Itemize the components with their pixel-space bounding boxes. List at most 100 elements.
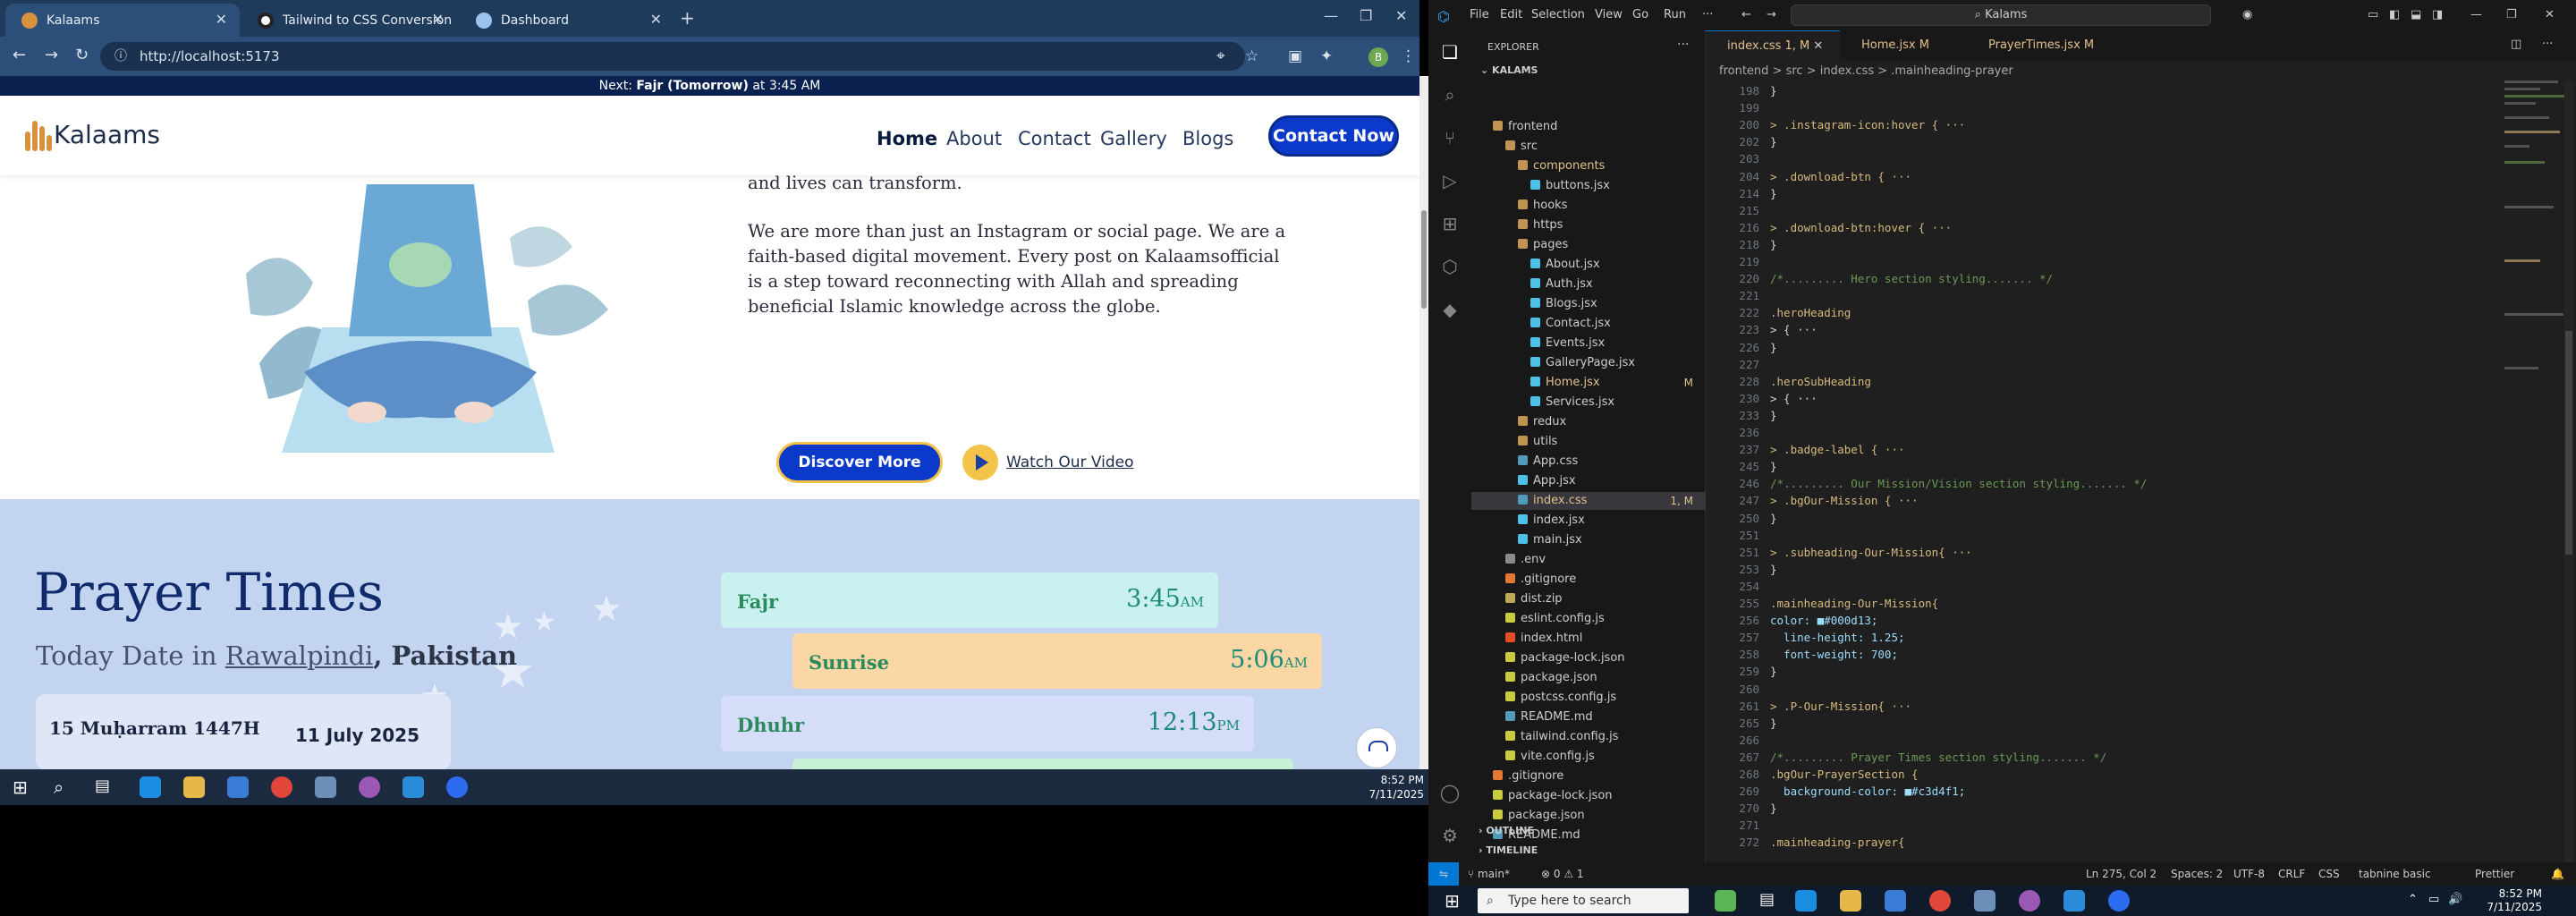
code-line[interactable]: > .badge-label { ··· (1770, 443, 1911, 456)
code-line[interactable]: > .instagram-icon:hover { ··· (1770, 118, 1972, 131)
language-mode[interactable]: CSS (2318, 868, 2340, 880)
play-icon[interactable] (962, 445, 998, 480)
maximize-icon[interactable]: ❐ (2506, 8, 2517, 21)
menu-run[interactable]: Run (1664, 8, 1686, 21)
edge-icon[interactable] (1795, 890, 1817, 912)
code-line[interactable]: background-color: ■#c3d4f1; (1770, 785, 1965, 798)
menu-selection[interactable]: Selection (1531, 8, 1585, 21)
editor-tab-home-jsx[interactable]: Home.jsx M (1840, 30, 1967, 61)
edge-icon[interactable] (140, 776, 161, 798)
notifications-icon[interactable]: 🔔 (2551, 868, 2564, 880)
tree-file[interactable]: dist.zip (1471, 590, 1706, 608)
task-view-icon[interactable]: ▤ (95, 776, 116, 798)
vscode-icon[interactable] (402, 776, 424, 798)
sidebar-toggle-icon[interactable]: ◧ (2389, 8, 2400, 21)
code-line[interactable]: .heroSubHeading (1770, 375, 1871, 388)
close-icon[interactable]: ✕ (1813, 39, 1823, 53)
menu-more[interactable]: ··· (1702, 8, 1713, 21)
code-line[interactable]: /*......... Prayer Times section styling… (1770, 751, 2106, 764)
tree-file[interactable]: Blogs.jsx (1471, 295, 1706, 313)
tree-file[interactable]: .gitignore (1471, 571, 1706, 589)
browser-tab-tailwind[interactable]: Tailwind to CSS Conversion ✕ (242, 4, 456, 37)
network-icon[interactable]: ▭ (2428, 893, 2439, 906)
browser-tab-kalaams[interactable]: Kalaams ✕ (5, 4, 240, 37)
cursor-position[interactable]: Ln 275, Col 2 (2086, 868, 2157, 880)
run-debug-icon[interactable]: ▷ (1439, 170, 1461, 191)
discover-more-button[interactable]: Discover More (776, 442, 943, 483)
menu-dots-icon[interactable]: ⋮ (1401, 47, 1416, 65)
tree-file[interactable]: App.jsx (1471, 472, 1706, 490)
minimize-icon[interactable]: — (1324, 7, 1338, 24)
profile-avatar[interactable]: B (1368, 47, 1388, 67)
close-window-icon[interactable]: ✕ (2545, 8, 2555, 21)
new-tab-icon[interactable]: + (680, 7, 695, 29)
tree-file[interactable]: buttons.jsx (1471, 177, 1706, 195)
close-icon[interactable]: ✕ (216, 11, 227, 28)
city-name[interactable]: Rawalpindi (225, 640, 374, 671)
tabnine-status[interactable]: tabnine basic (2359, 868, 2431, 880)
code-line[interactable]: } (1770, 563, 1777, 576)
location-icon[interactable]: ⌖ (1216, 47, 1225, 65)
tray-chevron-icon[interactable]: ⌃ (2408, 893, 2418, 906)
zoom-icon[interactable] (446, 776, 468, 798)
file-explorer-icon[interactable] (1840, 890, 1861, 912)
code-line[interactable]: /*......... Our Mission/Vision section s… (1770, 477, 2147, 490)
github-desktop-icon[interactable] (359, 776, 380, 798)
panel-toggle-icon[interactable]: ⬓ (2411, 8, 2421, 21)
tree-folder[interactable]: redux (1471, 413, 1706, 431)
problems-indicator[interactable]: ⊗ 0 ⚠ 1 (1541, 868, 1584, 880)
code-line[interactable]: font-weight: 700; (1770, 648, 1898, 661)
tree-file[interactable]: App.css (1471, 453, 1706, 471)
nav-about[interactable]: About (946, 128, 1002, 149)
app-icon[interactable] (1974, 890, 1996, 912)
tree-file[interactable]: Contact.jsx (1471, 315, 1706, 333)
secondary-sidebar-icon[interactable]: ◨ (2432, 8, 2443, 21)
tree-file[interactable]: package-lock.json (1471, 649, 1706, 667)
nav-gallery[interactable]: Gallery (1100, 128, 1167, 149)
code-line[interactable]: color: ■#000d13; (1770, 614, 1877, 627)
code-line[interactable]: } (1770, 512, 1777, 525)
code-line[interactable]: } (1770, 802, 1777, 815)
code-line[interactable]: > .download-btn { ··· (1770, 170, 1919, 183)
watch-video-link[interactable]: Watch Our Video (1006, 454, 1134, 471)
zoom-icon[interactable] (2108, 890, 2130, 912)
tree-file[interactable]: package.json (1471, 807, 1706, 825)
outline-panel[interactable]: › OUTLINE (1479, 825, 1534, 836)
code-line[interactable]: > .subheading-Our-Mission{ ··· (1770, 546, 1979, 559)
tree-file[interactable]: Services.jsx (1471, 394, 1706, 411)
url-input[interactable]: ⓘ http://localhost:5173 (100, 42, 1245, 71)
code-line[interactable]: } (1770, 135, 1777, 148)
browser-scrollbar[interactable] (1419, 76, 1428, 769)
tree-folder[interactable]: frontend (1471, 118, 1706, 136)
remote-icon[interactable]: ⇋ (1428, 862, 1459, 886)
nav-contact[interactable]: Contact (1018, 128, 1091, 149)
code-line[interactable]: .mainheading-Our-Mission{ (1770, 597, 1938, 610)
tree-file[interactable]: vite.config.js (1471, 748, 1706, 766)
tree-folder[interactable]: pages (1471, 236, 1706, 254)
close-icon[interactable]: ✕ (432, 11, 444, 28)
settings-gear-icon[interactable]: ⚙ (1439, 825, 1461, 846)
close-icon[interactable]: ✕ (650, 11, 662, 28)
code-line[interactable]: } (1770, 84, 1777, 98)
tree-file[interactable]: Auth.jsx (1471, 276, 1706, 293)
editor-tab-index-css[interactable]: index.css 1, M ✕ (1706, 30, 1840, 61)
menu-go[interactable]: Go (1632, 8, 1648, 21)
nav-forward-icon[interactable]: → (1767, 8, 1776, 21)
code-line[interactable]: .mainheading-prayer{ (1770, 835, 1905, 849)
nav-blogs[interactable]: Blogs (1182, 128, 1233, 149)
code-line[interactable]: line-height: 1.25; (1770, 631, 1904, 644)
minimap[interactable] (2504, 81, 2569, 438)
close-window-icon[interactable]: ✕ (1395, 7, 1407, 24)
explorer-icon[interactable]: ❏ (1439, 41, 1461, 63)
volume-icon[interactable]: 🔊 (2448, 893, 2462, 906)
tree-file[interactable]: index.html (1471, 630, 1706, 648)
code-line[interactable]: } (1770, 238, 1777, 251)
minimize-icon[interactable]: — (2470, 8, 2482, 21)
file-explorer-icon[interactable] (183, 776, 205, 798)
app-icon[interactable] (315, 776, 336, 798)
menu-file[interactable]: File (1470, 8, 1489, 21)
windows-start-icon[interactable]: ⊞ (13, 776, 34, 798)
store-icon[interactable] (1885, 890, 1906, 912)
contact-now-button[interactable]: Contact Now (1268, 115, 1399, 157)
github-desktop-icon[interactable] (2019, 890, 2040, 912)
